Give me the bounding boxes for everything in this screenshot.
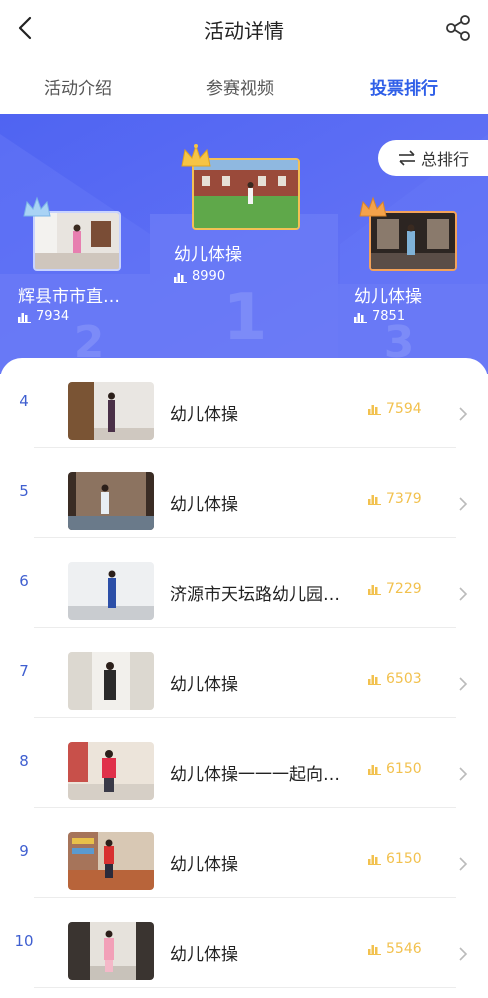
bar-chart-icon <box>354 312 367 323</box>
chevron-right-icon <box>459 677 468 691</box>
chevron-right-icon <box>459 407 468 421</box>
bronze-crown-icon <box>359 196 387 217</box>
page-title: 活动详情 <box>204 19 284 43</box>
share-icon[interactable] <box>444 14 472 42</box>
vote-count: 6150 <box>368 761 422 777</box>
vote-count: 7379 <box>368 491 422 507</box>
video-title: 幼儿体操一一一起向… <box>170 765 340 785</box>
tab-videos[interactable]: 参赛视频 <box>206 74 274 99</box>
third-place-thumbnail[interactable] <box>369 211 457 271</box>
third-place-votes: 7851 <box>354 309 405 324</box>
swap-icon <box>398 150 415 166</box>
video-thumbnail[interactable] <box>68 472 154 530</box>
podium-rank-1: 1 <box>223 281 268 355</box>
ranking-row[interactable]: 8 幼儿体操一一一起向… 6150 <box>0 718 488 808</box>
bar-chart-icon <box>368 405 381 415</box>
total-ranking-button[interactable]: 总排行 <box>378 140 488 176</box>
bar-chart-icon <box>368 675 381 685</box>
bar-chart-icon <box>368 585 381 595</box>
tab-bar: 活动介绍 参赛视频 投票排行 <box>0 58 488 114</box>
video-thumbnail[interactable] <box>68 742 154 800</box>
bar-chart-icon <box>174 272 187 283</box>
rank-number: 9 <box>19 842 29 860</box>
video-title: 幼儿体操 <box>170 855 238 875</box>
bar-chart-icon <box>368 855 381 865</box>
video-title: 济源市天坛路幼儿园… <box>170 585 340 605</box>
ranking-row[interactable]: 7 幼儿体操 6503 <box>0 628 488 718</box>
video-thumbnail[interactable] <box>68 922 154 980</box>
vote-count: 7229 <box>368 581 422 597</box>
rank-number: 7 <box>19 662 29 680</box>
video-thumbnail[interactable] <box>68 652 154 710</box>
video-thumbnail[interactable] <box>68 382 154 440</box>
second-place-votes: 7934 <box>18 309 69 324</box>
total-ranking-label: 总排行 <box>420 150 469 169</box>
row-divider <box>34 987 456 988</box>
first-place-name: 幼儿体操 <box>174 245 242 265</box>
ranking-row[interactable]: 4 幼儿体操 7594 <box>0 358 488 448</box>
chevron-right-icon <box>459 767 468 781</box>
podium-banner: 1 2 3 总排行 幼儿体操 8990 辉县市市直… 7934 幼儿体操 785… <box>0 114 488 374</box>
bar-chart-icon <box>368 945 381 955</box>
rank-number: 5 <box>19 482 29 500</box>
chevron-right-icon <box>459 497 468 511</box>
bar-chart-icon <box>368 765 381 775</box>
chevron-right-icon <box>459 857 468 871</box>
chevron-right-icon <box>459 947 468 961</box>
video-title: 幼儿体操 <box>170 405 238 425</box>
first-place-votes: 8990 <box>174 269 225 284</box>
bar-chart-icon <box>18 312 31 323</box>
rank-number: 4 <box>19 392 29 410</box>
gold-crown-icon <box>181 144 211 167</box>
third-place-name: 幼儿体操 <box>354 287 422 307</box>
vote-count: 6503 <box>368 671 422 687</box>
vote-count: 6150 <box>368 851 422 867</box>
bar-chart-icon <box>368 495 381 505</box>
second-place-thumbnail[interactable] <box>33 211 121 271</box>
chevron-right-icon <box>459 587 468 601</box>
ranking-row[interactable]: 9 幼儿体操 6150 <box>0 808 488 898</box>
video-title: 幼儿体操 <box>170 675 238 695</box>
tab-ranking[interactable]: 投票排行 <box>370 74 438 99</box>
silver-crown-icon <box>23 196 51 217</box>
tab-intro[interactable]: 活动介绍 <box>44 74 112 99</box>
ranking-row[interactable]: 10 幼儿体操 5546 <box>0 898 488 988</box>
vote-count: 5546 <box>368 941 422 957</box>
ranking-row[interactable]: 5 幼儿体操 7379 <box>0 448 488 538</box>
vote-count: 7594 <box>368 401 422 417</box>
ranking-row[interactable]: 6 济源市天坛路幼儿园… 7229 <box>0 538 488 628</box>
video-thumbnail[interactable] <box>68 832 154 890</box>
app-header: 活动详情 <box>0 0 488 58</box>
video-title: 幼儿体操 <box>170 945 238 965</box>
rank-number: 6 <box>19 572 29 590</box>
rank-number: 10 <box>14 932 34 950</box>
ranking-list: 4 幼儿体操 7594 5 幼儿体操 7379 6 济源市天坛路幼儿园… 722… <box>0 358 488 998</box>
second-place-name: 辉县市市直… <box>18 287 120 307</box>
video-title: 幼儿体操 <box>170 495 238 515</box>
video-thumbnail[interactable] <box>68 562 154 620</box>
rank-number: 8 <box>19 752 29 770</box>
